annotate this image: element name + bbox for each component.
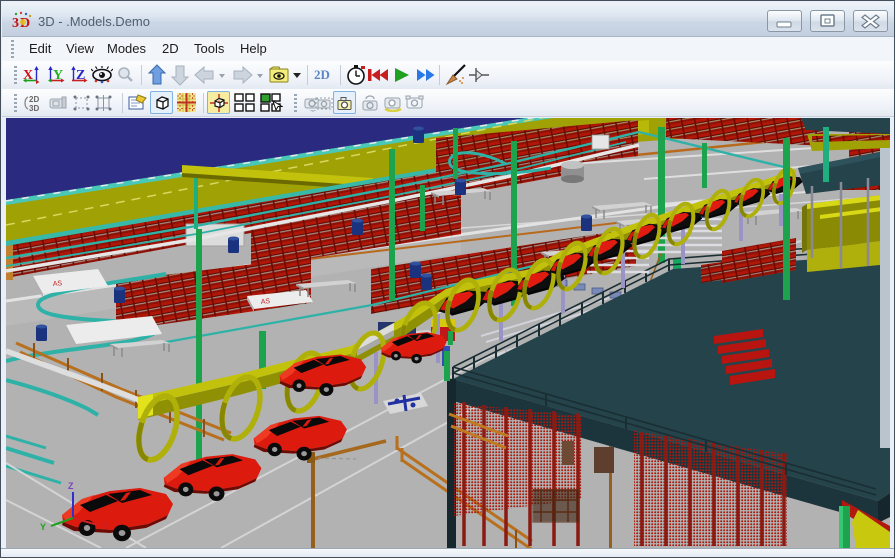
svg-text:3: 3 [12, 16, 19, 31]
svg-text:AS: AS [260, 298, 270, 306]
svg-text:2D: 2D [29, 95, 39, 104]
svg-text:AS: AS [53, 280, 63, 288]
svg-text:Y: Y [40, 522, 46, 532]
svg-text:Z: Z [68, 481, 74, 491]
svg-text:X: X [102, 521, 108, 531]
svg-text:3D: 3D [29, 104, 39, 112]
